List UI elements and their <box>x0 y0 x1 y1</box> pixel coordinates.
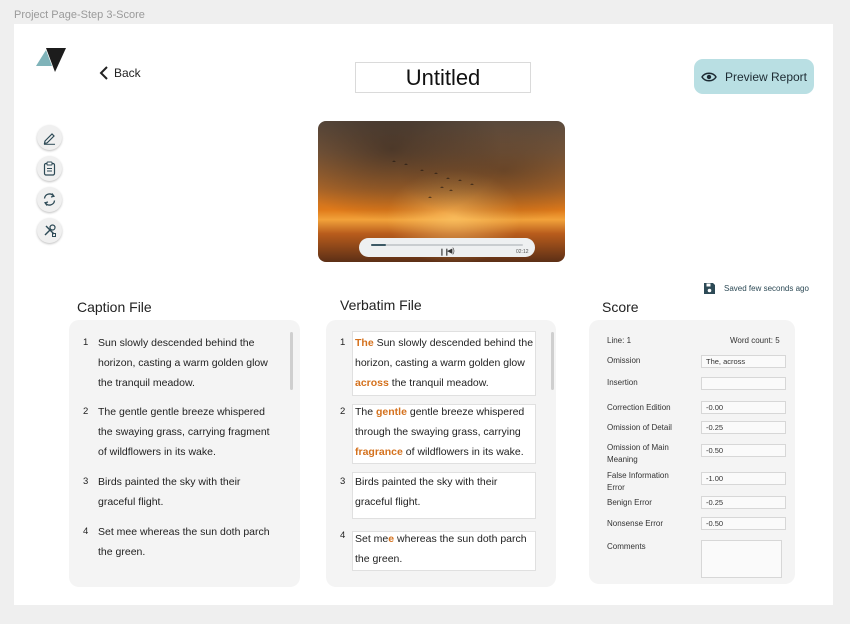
score-line: Line: 1 <box>607 336 632 345</box>
tools-icon <box>44 224 56 237</box>
save-status: Saved few seconds ago <box>703 282 809 295</box>
refresh-icon <box>43 193 56 206</box>
insertion-label: Insertion <box>607 378 638 387</box>
score-panel: Line: 1 Word count: 5 Omission The, acro… <box>589 320 795 584</box>
refresh-tool-button[interactable] <box>37 187 62 212</box>
clipboard-tool-button[interactable] <box>37 156 62 181</box>
false-information-error-field[interactable]: -1.00 <box>701 472 786 485</box>
pen-icon <box>43 133 55 145</box>
verbatim-scrollbar[interactable] <box>551 332 554 390</box>
correction-edition-label: Correction Edition <box>607 403 671 412</box>
main-card: Back Untitled Preview Report ❙❙ ◀) 02:12… <box>14 24 833 605</box>
caption-scrollbar[interactable] <box>290 332 293 390</box>
edit-tool-button[interactable] <box>37 125 62 150</box>
back-button[interactable]: Back <box>98 66 141 80</box>
omission-of-detail-field[interactable]: -0.25 <box>701 421 786 434</box>
chevron-left-icon <box>99 66 108 80</box>
false-information-error-label: False Information Error <box>607 471 669 492</box>
omission-of-main-meaning-label: Omission of Main Meaning <box>607 443 669 464</box>
preview-report-label: Preview Report <box>724 69 808 84</box>
volume-icon[interactable]: ◀) <box>447 247 455 255</box>
eye-icon <box>701 72 717 81</box>
tools-tool-button[interactable] <box>37 218 62 243</box>
caption-file-title: Caption File <box>77 299 152 315</box>
save-icon <box>704 283 715 294</box>
omission-field[interactable]: The, across <box>701 355 786 368</box>
comments-field[interactable] <box>701 540 782 578</box>
omission-of-detail-label: Omission of Detail <box>607 423 672 432</box>
video-progress-bar[interactable] <box>371 244 523 246</box>
nonsense-error-label: Nonsense Error <box>607 519 664 528</box>
video-player[interactable]: ❙❙ ◀) 02:12 <box>318 121 565 262</box>
benign-error-field[interactable]: -0.25 <box>701 496 786 509</box>
omission-of-main-meaning-field[interactable]: -0.50 <box>701 444 786 457</box>
saved-status-text: Saved few seconds ago <box>724 284 809 293</box>
video-controls[interactable]: ❙❙ ◀) 02:12 <box>359 238 535 257</box>
preview-report-button[interactable]: Preview Report <box>694 59 814 94</box>
insertion-field[interactable] <box>701 377 786 390</box>
benign-error-label: Benign Error <box>607 498 652 507</box>
score-title: Score <box>602 299 639 315</box>
nonsense-error-field[interactable]: -0.50 <box>701 517 786 530</box>
omission-label: Omission <box>607 356 641 365</box>
verbatim-file-panel: 1 The Sun slowly descended behind the ho… <box>326 320 556 587</box>
frame-label: Project Page-Step 3-Score <box>14 9 145 21</box>
caption-file-panel: 1 Sun slowly descended behind the horizo… <box>69 320 300 587</box>
video-time: 02:12 <box>516 249 529 255</box>
video-progress-fill <box>371 244 387 246</box>
score-word-count: Word count: 5 <box>730 336 780 345</box>
clipboard-icon <box>43 161 56 176</box>
app-logo <box>36 48 66 72</box>
back-label: Back <box>114 66 141 80</box>
correction-edition-field[interactable]: -0.00 <box>701 401 786 414</box>
project-title-input[interactable]: Untitled <box>355 62 531 93</box>
comments-label: Comments <box>607 542 646 551</box>
verbatim-file-title: Verbatim File <box>340 297 422 313</box>
